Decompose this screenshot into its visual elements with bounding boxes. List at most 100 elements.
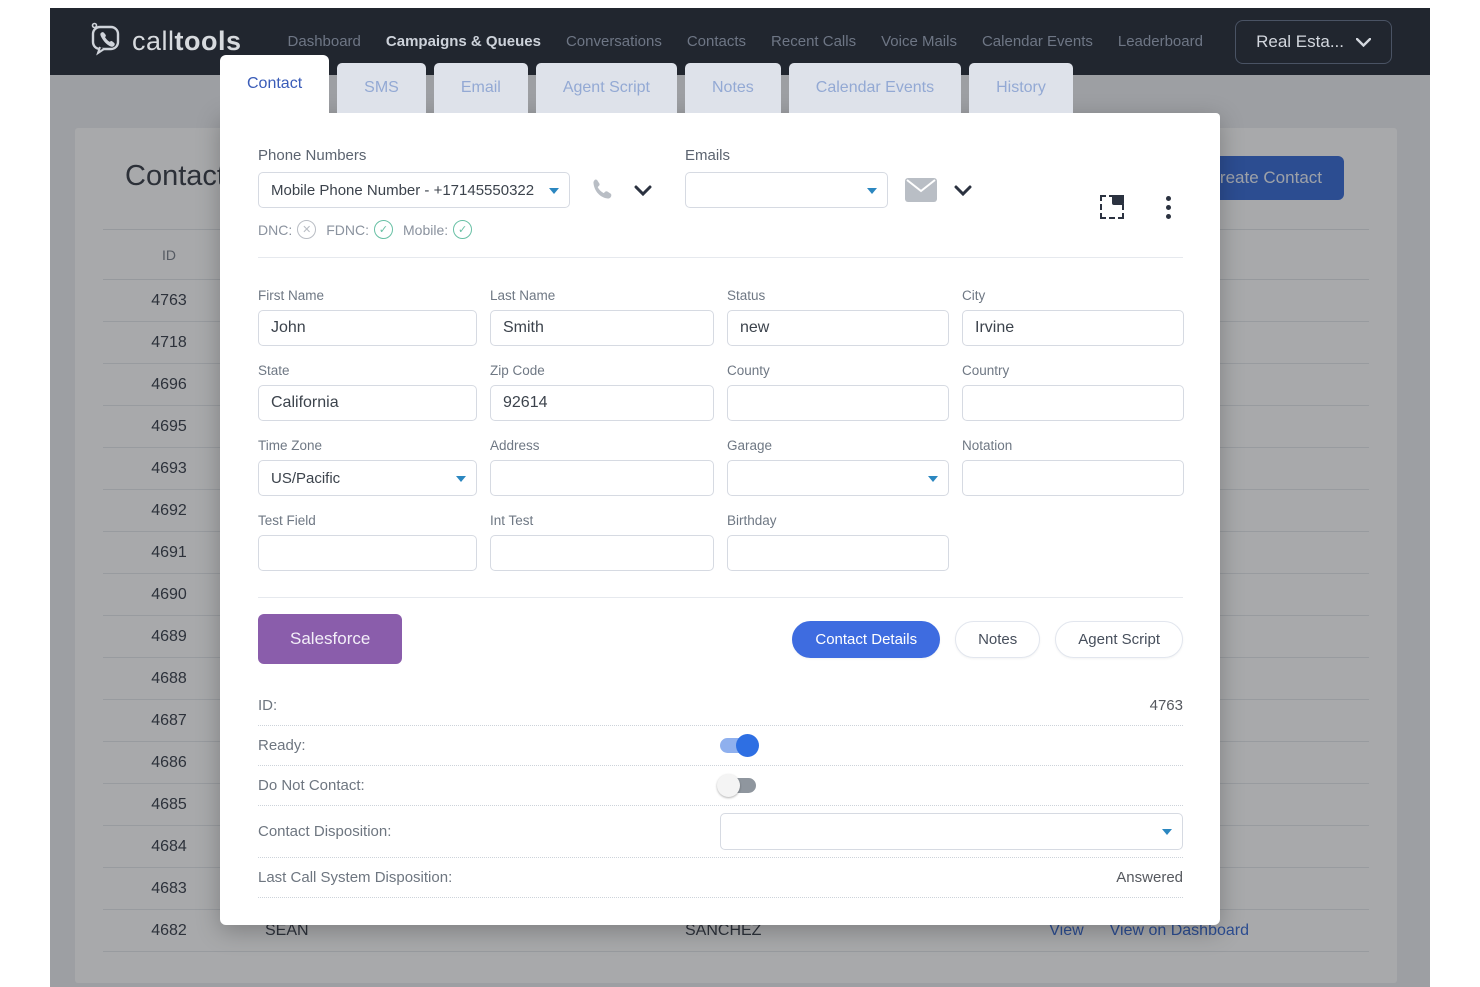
nav-item-contacts[interactable]: Contacts (687, 33, 746, 50)
salesforce-button[interactable]: Salesforce (258, 614, 402, 664)
garage-select[interactable] (727, 460, 949, 496)
tab-notes[interactable]: Notes (685, 63, 781, 113)
phone-number-select[interactable]: Mobile Phone Number - +17145550322 (258, 172, 570, 208)
phone-flags: DNC: ✕ FDNC: ✓ Mobile: ✓ (258, 220, 685, 239)
contact-disposition-select[interactable] (720, 813, 1183, 850)
birthday-input[interactable] (727, 535, 949, 571)
caret-down-icon (549, 188, 559, 194)
last-call-disposition-label: Last Call System Disposition: (258, 869, 452, 886)
ready-toggle[interactable] (720, 738, 756, 753)
view-switch-pills: Contact Details Notes Agent Script (792, 621, 1183, 658)
app-window: calltools Dashboard Campaigns & Queues C… (50, 8, 1430, 987)
nav-item-dashboard[interactable]: Dashboard (288, 33, 361, 50)
tab-email[interactable]: Email (434, 63, 528, 113)
emails-label: Emails (685, 147, 972, 164)
modal-actions: Salesforce Contact Details Notes Agent S… (258, 614, 1183, 664)
mobile-flag: Mobile: ✓ (403, 220, 472, 239)
ready-label: Ready: (258, 737, 720, 754)
dnc-flag: DNC: ✕ (258, 220, 316, 239)
test-field-input[interactable] (258, 535, 477, 571)
screen: calltools Dashboard Campaigns & Queues C… (0, 0, 1480, 987)
phone-email-row: Phone Numbers Mobile Phone Number - +171… (258, 147, 1183, 239)
caret-down-icon (1162, 829, 1172, 835)
field-country: Country (962, 363, 1184, 421)
tab-agent-script[interactable]: Agent Script (536, 63, 677, 113)
zip-code-input[interactable] (490, 385, 714, 421)
nav-item-voice-mails[interactable]: Voice Mails (881, 33, 957, 50)
tab-calendar-events[interactable]: Calendar Events (789, 63, 961, 113)
caret-down-icon (867, 188, 877, 194)
logo-text: calltools (132, 26, 242, 57)
detail-row-ready: Ready: (258, 726, 1183, 766)
check-circle-icon: ✓ (374, 220, 393, 239)
field-first-name: First Name (258, 288, 477, 346)
modal-body: Phone Numbers Mobile Phone Number - +171… (220, 113, 1220, 925)
contact-disposition-label: Contact Disposition: (258, 823, 720, 840)
calltools-logo[interactable]: calltools (88, 21, 242, 62)
nav-item-campaigns-queues[interactable]: Campaigns & Queues (386, 33, 541, 50)
phone-numbers-group: Phone Numbers Mobile Phone Number - +171… (258, 147, 685, 239)
contact-details-list: ID: 4763 Ready: Do Not Contact: Cont (258, 686, 1183, 898)
field-address: Address (490, 438, 714, 496)
select-area-icon[interactable] (1100, 195, 1124, 219)
detail-row-last-call-disposition: Last Call System Disposition: Answered (258, 858, 1183, 898)
county-input[interactable] (727, 385, 949, 421)
caret-down-icon (928, 476, 938, 482)
id-label: ID: (258, 697, 720, 714)
field-garage: Garage (727, 438, 949, 496)
caret-down-icon (456, 476, 466, 482)
fdnc-flag: FDNC: ✓ (326, 220, 393, 239)
last-name-input[interactable] (490, 310, 714, 346)
emails-group: Emails (685, 147, 972, 239)
chevron-down-icon (1356, 32, 1371, 52)
tab-history[interactable]: History (969, 63, 1073, 113)
detail-row-id: ID: 4763 (258, 686, 1183, 726)
country-input[interactable] (962, 385, 1184, 421)
contact-form: First Name Last Name Status City State (258, 288, 1183, 571)
do-not-contact-toggle[interactable] (720, 778, 756, 793)
chevron-down-icon[interactable] (634, 185, 652, 196)
nav-item-leaderboard[interactable]: Leaderboard (1118, 33, 1203, 50)
divider (258, 597, 1183, 598)
nav-menu: Dashboard Campaigns & Queues Conversatio… (288, 33, 1203, 50)
x-circle-icon: ✕ (297, 220, 316, 239)
city-input[interactable] (962, 310, 1184, 346)
tab-contact[interactable]: Contact (220, 55, 329, 113)
contact-modal: Contact SMS Email Agent Script Notes Cal… (220, 55, 1220, 925)
tab-sms[interactable]: SMS (337, 63, 426, 113)
modal-tabbar: Contact SMS Email Agent Script Notes Cal… (220, 55, 1220, 113)
state-input[interactable] (258, 385, 477, 421)
nav-item-recent-calls[interactable]: Recent Calls (771, 33, 856, 50)
phone-icon[interactable] (588, 176, 616, 204)
int-test-input[interactable] (490, 535, 714, 571)
mail-icon[interactable] (904, 177, 938, 203)
time-zone-select[interactable]: US/Pacific (258, 460, 477, 496)
field-status: Status (727, 288, 949, 346)
field-test-field: Test Field (258, 513, 477, 571)
status-input[interactable] (727, 310, 949, 346)
do-not-contact-label: Do Not Contact: (258, 777, 720, 794)
divider (258, 257, 1183, 258)
notes-pill[interactable]: Notes (955, 621, 1040, 658)
chevron-down-icon[interactable] (954, 185, 972, 196)
phone-number-value: Mobile Phone Number - +17145550322 (271, 182, 534, 199)
field-last-name: Last Name (490, 288, 714, 346)
contact-details-pill[interactable]: Contact Details (792, 621, 940, 658)
detail-row-do-not-contact: Do Not Contact: (258, 766, 1183, 806)
modal-tools (1100, 147, 1183, 239)
nav-item-calendar-events[interactable]: Calendar Events (982, 33, 1093, 50)
field-time-zone: Time Zone US/Pacific (258, 438, 477, 496)
email-select[interactable] (685, 172, 888, 208)
phone-numbers-label: Phone Numbers (258, 147, 685, 164)
first-name-input[interactable] (258, 310, 477, 346)
nav-item-conversations[interactable]: Conversations (566, 33, 662, 50)
address-input[interactable] (490, 460, 714, 496)
check-circle-icon: ✓ (453, 220, 472, 239)
kebab-menu-icon[interactable] (1166, 196, 1171, 219)
field-int-test: Int Test (490, 513, 714, 571)
detail-row-disposition: Contact Disposition: (258, 806, 1183, 858)
notation-input[interactable] (962, 460, 1184, 496)
account-dropdown-button[interactable]: Real Esta... (1235, 20, 1392, 64)
agent-script-pill[interactable]: Agent Script (1055, 621, 1183, 658)
field-birthday: Birthday (727, 513, 949, 571)
